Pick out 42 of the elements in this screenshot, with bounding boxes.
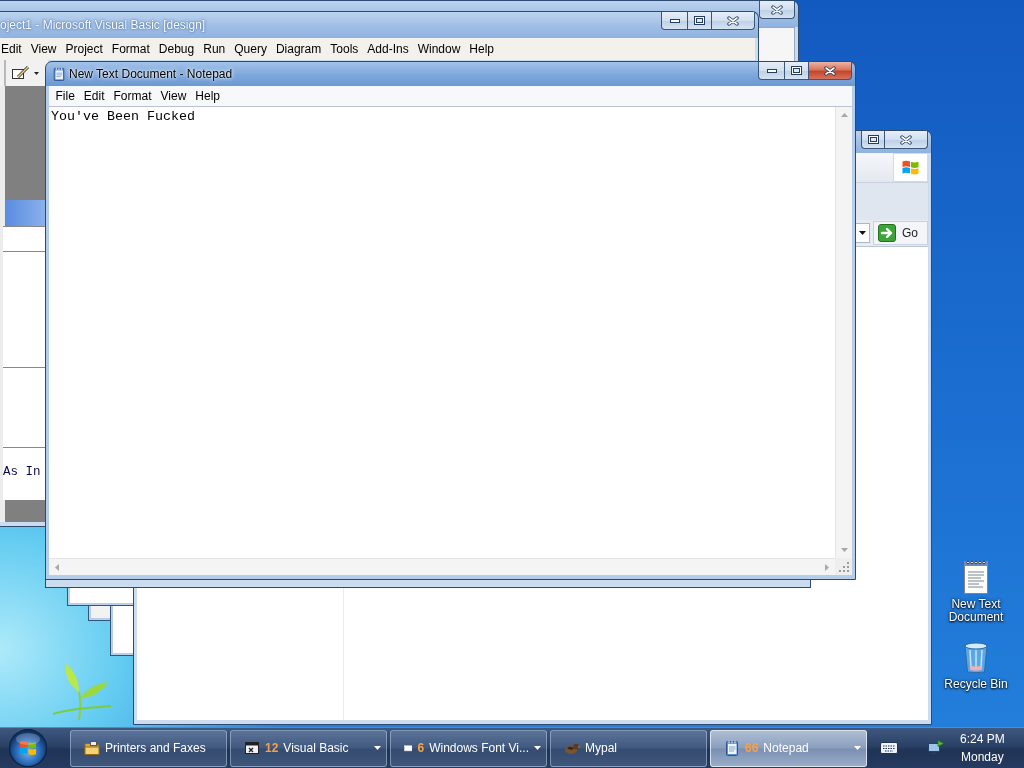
close-icon: [900, 134, 912, 145]
arrow-right-icon: [878, 224, 896, 242]
flag-orb-icon: [8, 728, 48, 768]
taskbar-button[interactable]: 12 Visual Basic: [230, 729, 387, 767]
taskbar-button[interactable]: Printers and Faxes: [70, 729, 227, 767]
window-title: oject1 - Microsoft Visual Basic [design]: [0, 17, 206, 33]
flag-logo-icon: [893, 153, 928, 182]
folder-icon: [84, 740, 100, 756]
document-icon[interactable]: [963, 560, 989, 594]
start-button[interactable]: [6, 728, 50, 768]
clock-time[interactable]: 6:24 PM: [960, 732, 1005, 746]
code-text: As In: [3, 465, 41, 479]
maximize-button[interactable]: [785, 62, 809, 80]
close-icon: [771, 4, 783, 15]
taskbar-button[interactable]: Mypal: [550, 729, 707, 767]
maximize-icon: [867, 135, 879, 144]
menu-item[interactable]: Format: [109, 86, 157, 106]
app-icon: [244, 740, 260, 756]
taskbar-button[interactable]: 6 Windows Font Vi...: [390, 729, 547, 767]
window-title: New Text Document - Notepad: [69, 66, 233, 82]
close-icon: [824, 65, 836, 76]
caret-icon: [859, 231, 866, 235]
close-icon: [727, 15, 739, 26]
menu-item[interactable]: Help: [190, 86, 225, 106]
keyboard-icon[interactable]: [880, 742, 898, 754]
close-button[interactable]: [809, 62, 852, 80]
minimize-icon: [766, 68, 777, 73]
resize-grip-icon[interactable]: [835, 558, 852, 575]
maximize-icon: [791, 66, 802, 75]
notebook-icon: [52, 67, 66, 81]
minimize-icon: [669, 18, 680, 23]
monitor-icon[interactable]: [928, 740, 944, 756]
minimize-button[interactable]: [758, 62, 785, 80]
notebook-icon: [724, 740, 740, 756]
text-area[interactable]: You've Been Fucked: [49, 107, 835, 558]
menu-item[interactable]: Edit: [79, 86, 110, 106]
icon-label[interactable]: Recycle Bin: [938, 678, 1014, 691]
icon-label[interactable]: New Text Document: [938, 598, 1014, 624]
maximize-icon: [694, 16, 705, 25]
clock-day[interactable]: Monday: [961, 750, 1004, 764]
menu-item[interactable]: File: [51, 86, 80, 106]
menu-item[interactable]: View: [156, 86, 191, 106]
